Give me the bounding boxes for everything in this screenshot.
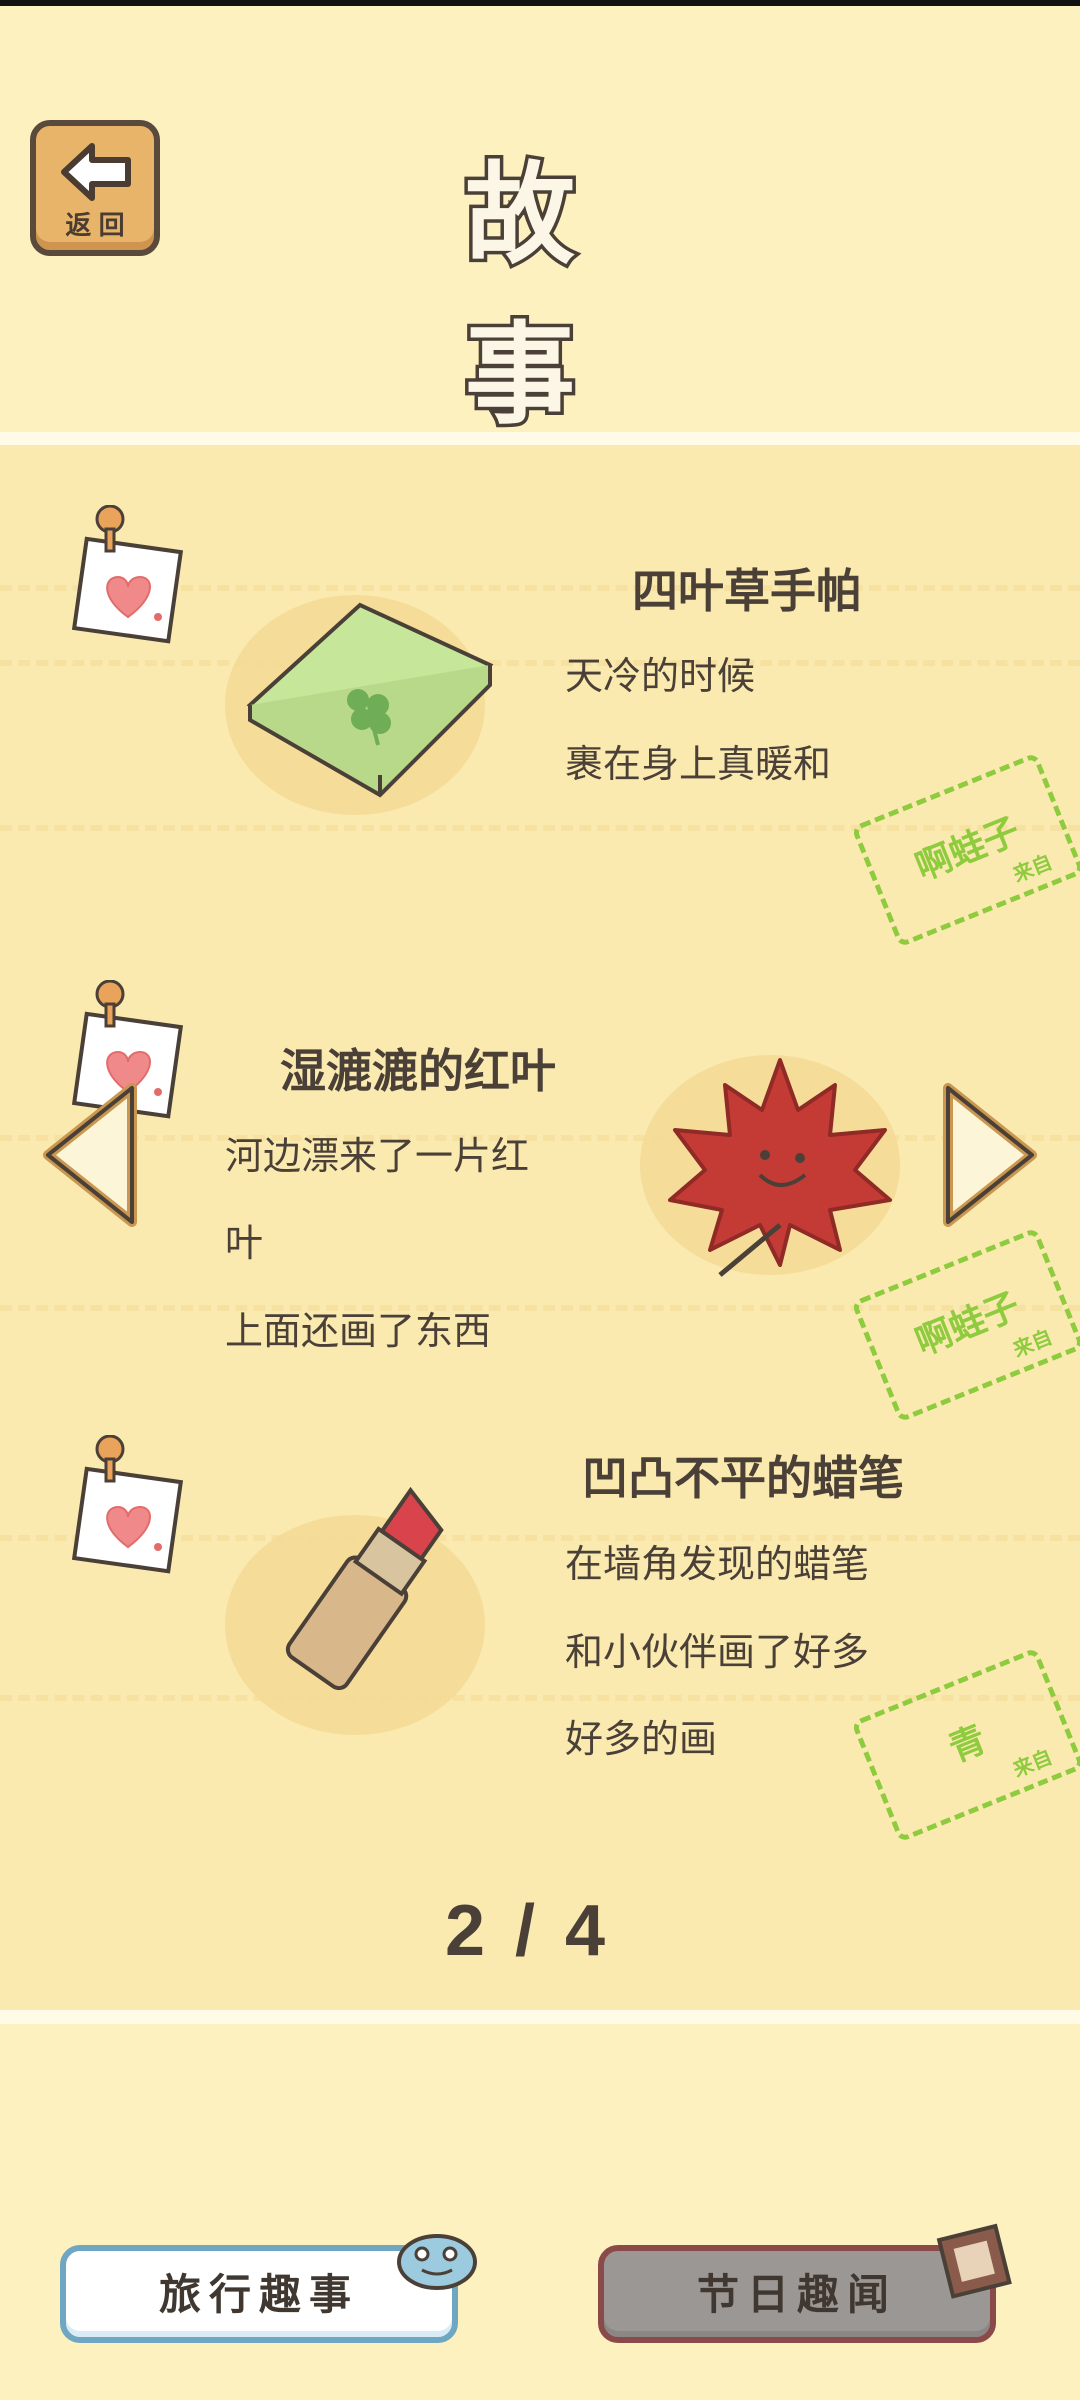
story-line: 叶 bbox=[225, 1223, 264, 1265]
frog-face-icon bbox=[392, 2222, 482, 2297]
story-title: 凹凸不平的蜡笔 bbox=[582, 1452, 904, 1504]
story-line: 上面还画了东西 bbox=[225, 1311, 492, 1353]
divider-top bbox=[0, 432, 1080, 446]
maple-leaf-icon bbox=[660, 1050, 900, 1285]
story-item[interactable]: 湿漉漉的红叶 河边漂来了一片红 叶 上面还画了东西 啊蛙子 来自 bbox=[0, 960, 1080, 1430]
heart-note-icon bbox=[70, 1434, 190, 1580]
page-title: 故 事 bbox=[462, 151, 615, 441]
clover-handkerchief-icon bbox=[240, 595, 510, 820]
story-board: 四叶草手帕 天冷的时候 裹在身上真暖和 啊蛙子 来自 湿漉漉的红叶 河边漂来了一… bbox=[0, 445, 1080, 2010]
divider-bottom bbox=[0, 2010, 1080, 2024]
status-bar bbox=[0, 0, 1080, 6]
story-line: 好多的画 bbox=[565, 1719, 718, 1761]
story-line: 在墙角发现的蜡笔 bbox=[565, 1544, 870, 1586]
story-title: 湿漉漉的红叶 bbox=[280, 1045, 556, 1097]
story-item[interactable]: 凹凸不平的蜡笔 在墙角发现的蜡笔 和小伙伴画了好多 好多的画 青 来自 bbox=[0, 1434, 1080, 1905]
story-line: 和小伙伴画了好多 bbox=[565, 1632, 870, 1674]
story-item[interactable]: 四叶草手帕 天冷的时候 裹在身上真暖和 啊蛙子 来自 bbox=[0, 485, 1080, 955]
sender-stamp: 啊蛙子 来自 bbox=[850, 752, 1080, 948]
heart-note-icon bbox=[70, 504, 190, 650]
story-line: 裹在身上真暖和 bbox=[565, 744, 832, 786]
next-page-arrow-icon[interactable] bbox=[940, 1080, 1040, 1235]
back-arrow-icon bbox=[61, 143, 131, 201]
story-line: 河边漂来了一片红 bbox=[225, 1136, 530, 1178]
back-button[interactable]: 返 回 bbox=[30, 120, 160, 256]
story-title: 四叶草手帕 bbox=[632, 565, 862, 617]
story-line: 天冷的时候 bbox=[565, 656, 756, 698]
back-button-label: 返 回 bbox=[65, 210, 125, 240]
previous-page-arrow-icon[interactable] bbox=[40, 1080, 140, 1235]
sender-stamp: 青 来自 bbox=[850, 1647, 1080, 1843]
holiday-card-icon bbox=[935, 2220, 1015, 2305]
crayon-icon bbox=[280, 1475, 460, 1710]
page-indicator: 2/4 bbox=[444, 1891, 636, 1971]
